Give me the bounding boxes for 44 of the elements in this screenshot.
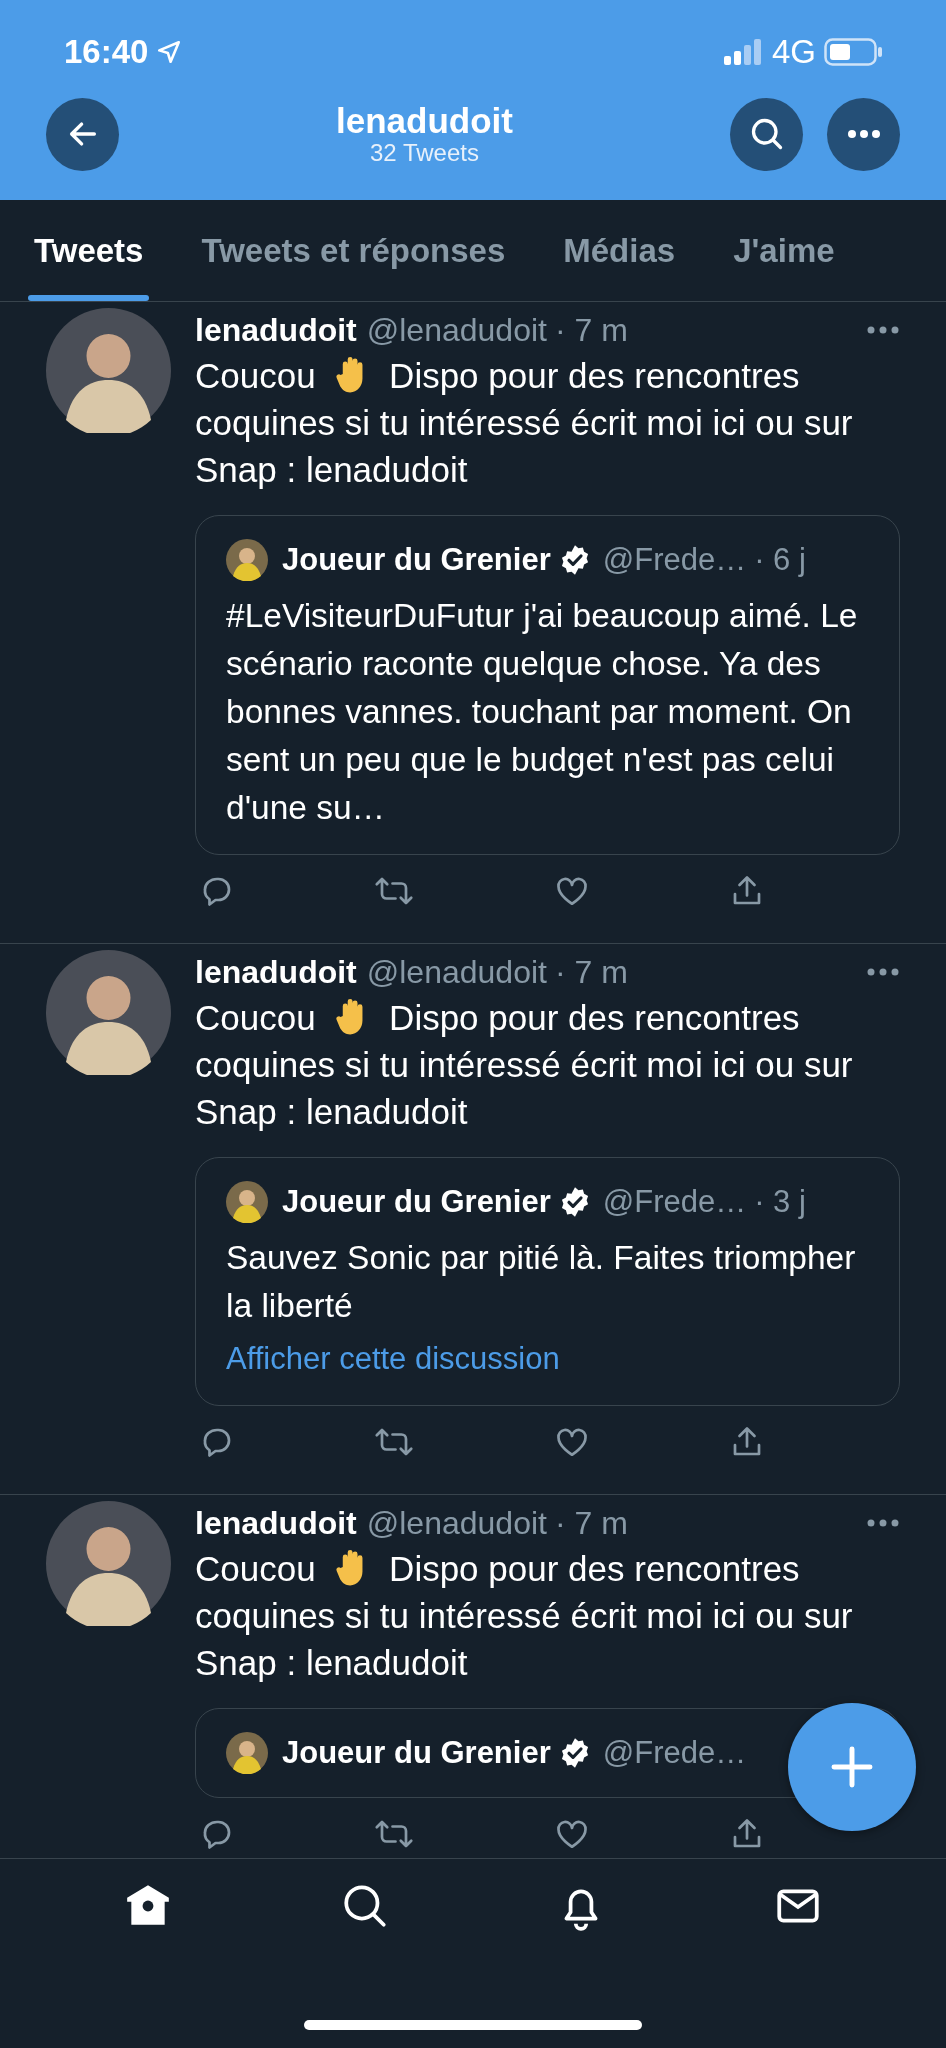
profile-name: lenadudoit bbox=[336, 101, 513, 141]
quoted-author-handle: @Frede… bbox=[602, 1183, 747, 1221]
avatar-icon bbox=[46, 950, 171, 1075]
tab[interactable]: Médias bbox=[557, 200, 682, 301]
quoted-author-name: Joueur du Grenier bbox=[282, 1733, 551, 1772]
tweet-time: · 7 m bbox=[554, 1503, 628, 1543]
tweet-time: · 7 m bbox=[554, 311, 628, 350]
quoted-tweet-text: Sauvez Sonic par pitié là. Faites triompher la liberté bbox=[226, 1238, 857, 1326]
show-thread-link[interactable]: Afficher cette discussion bbox=[226, 1336, 560, 1383]
more-icon[interactable] bbox=[866, 1517, 900, 1528]
avatar-icon bbox=[46, 1500, 171, 1626]
quoted-author-name: Joueur du Grenier bbox=[282, 1183, 551, 1221]
network-label: 4G bbox=[771, 32, 816, 73]
more-icon[interactable] bbox=[866, 967, 900, 977]
location-arrow-icon bbox=[156, 39, 183, 65]
tab[interactable]: Tweets bbox=[28, 200, 150, 301]
tweet-text: Coucou Dispo pour des rencontres coquines si tu intéressé écrit moi ici ou sur Snap : lenadudoit bbox=[195, 995, 854, 1133]
avatar-icon bbox=[226, 539, 268, 581]
quoted-tweet-time: · 3 j bbox=[754, 1183, 806, 1221]
author-name: lenadudoit bbox=[195, 953, 357, 992]
tweet-time: · 7 m bbox=[554, 953, 628, 992]
author-name: lenadudoit bbox=[195, 1503, 357, 1543]
author-handle: @lenadudoit bbox=[366, 1503, 547, 1543]
tweet-text: Coucou Dispo pour des rencontres coquines si tu intéressé écrit moi ici ou sur Snap : lenadudoit bbox=[195, 353, 854, 491]
tweet-text: Coucou Dispo pour des rencontres coquines si tu intéressé écrit moi ici ou sur Snap : lenadudoit bbox=[195, 1545, 854, 1684]
quoted-author-name: Joueur du Grenier bbox=[282, 541, 551, 579]
author-handle: @lenadudoit bbox=[366, 953, 547, 992]
author-name: lenadudoit bbox=[195, 311, 357, 350]
quoted-author-handle: @Frede… bbox=[602, 1733, 747, 1772]
tab[interactable]: Tweets et réponses bbox=[195, 200, 512, 301]
more-icon[interactable] bbox=[866, 325, 900, 335]
signal-icon bbox=[723, 39, 764, 65]
quoted-tweet-time: · 6 j bbox=[754, 541, 806, 579]
status-time: 16:40 bbox=[64, 32, 149, 73]
more-icon bbox=[845, 128, 882, 140]
tweet-count: 32 Tweets bbox=[369, 140, 480, 167]
avatar-icon bbox=[226, 1181, 268, 1223]
tab[interactable]: J'aime bbox=[727, 200, 841, 301]
quoted-tweet-text: #LeVisiteurDuFutur j'ai beaucoup aimé. Le scénario raconte quelque chose. Ya des bonnes vannes. touchant par moment. On sent un peu que le budget n'est pas celui d'une su… bbox=[226, 596, 859, 828]
avatar-icon bbox=[46, 308, 171, 433]
battery-icon bbox=[824, 38, 882, 66]
quoted-author-handle: @Frede… bbox=[602, 541, 747, 579]
avatar-icon bbox=[226, 1731, 268, 1774]
author-handle: @lenadudoit bbox=[366, 311, 547, 350]
